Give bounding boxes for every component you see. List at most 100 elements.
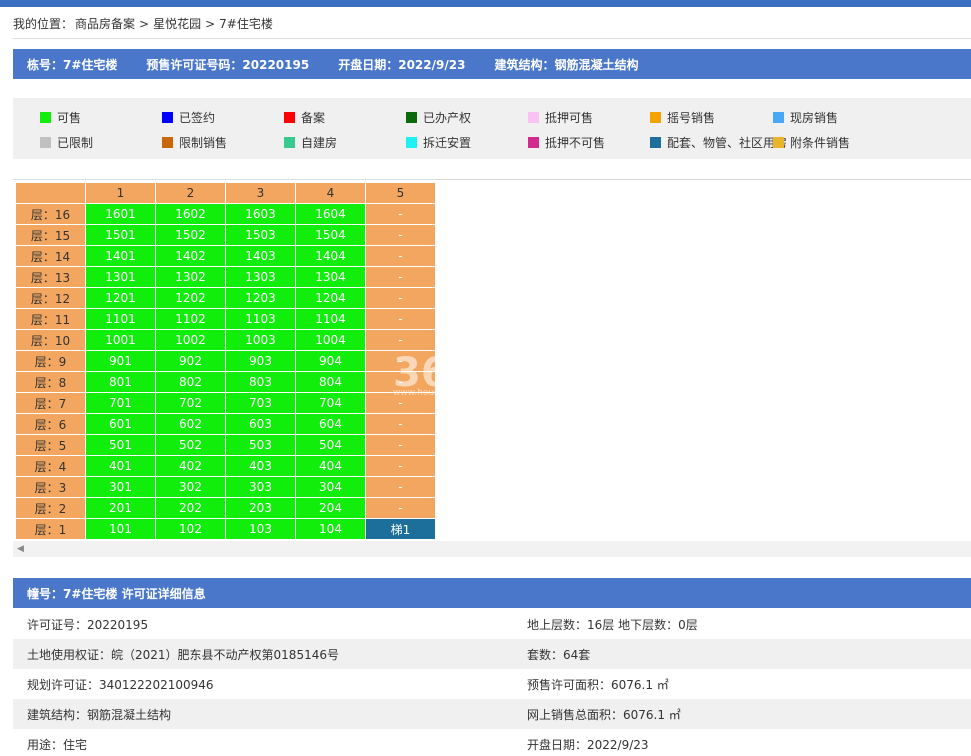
unit-cell[interactable]: 1203 xyxy=(225,287,296,309)
detail-left-value: 用途：住宅 xyxy=(27,737,88,752)
grid-column-header: 2 xyxy=(155,182,226,204)
unit-cell[interactable]: 204 xyxy=(295,497,366,519)
unit-cell[interactable]: 702 xyxy=(155,392,226,414)
unit-cell[interactable]: 604 xyxy=(295,413,366,435)
legend-swatch xyxy=(650,112,661,123)
unit-cell[interactable]: 1503 xyxy=(225,224,296,246)
scroll-left-icon[interactable]: ◀ xyxy=(17,544,24,554)
unit-cell[interactable]: 301 xyxy=(85,476,156,498)
unit-cell[interactable]: 302 xyxy=(155,476,226,498)
unit-cell[interactable]: 1004 xyxy=(295,329,366,351)
unit-cell[interactable]: 1601 xyxy=(85,203,156,225)
unit-cell[interactable]: 804 xyxy=(295,371,366,393)
unit-cell[interactable]: 102 xyxy=(155,518,226,540)
floor-label: 层：12 xyxy=(15,287,86,309)
grid-column-header: 5 xyxy=(365,182,436,204)
unit-cell[interactable]: 1301 xyxy=(85,266,156,288)
unit-cell[interactable]: 1001 xyxy=(85,329,156,351)
unit-cell[interactable]: 303 xyxy=(225,476,296,498)
unit-cell[interactable]: 403 xyxy=(225,455,296,477)
legend-item: 备案 xyxy=(284,109,325,126)
permit-detail-row: 建筑结构：钢筋混凝土结构 网上销售总面积：6076.1 ㎡ xyxy=(13,699,971,729)
unit-cell[interactable]: 503 xyxy=(225,434,296,456)
unit-cell[interactable]: 603 xyxy=(225,413,296,435)
unit-cell[interactable]: 201 xyxy=(85,497,156,519)
legend-item: 限制销售 xyxy=(162,134,227,151)
grid-floor-row: 层：11 1101 1102 1103 1104- xyxy=(15,308,436,330)
unit-cell[interactable]: 404 xyxy=(295,455,366,477)
floor-label: 层：16 xyxy=(15,203,86,225)
detail-left-value: 规划许可证：340122202100946 xyxy=(27,677,214,692)
unit-cell[interactable]: 1304 xyxy=(295,266,366,288)
legend-swatch xyxy=(40,112,51,123)
unit-cell[interactable]: 802 xyxy=(155,371,226,393)
unit-cell[interactable]: 1204 xyxy=(295,287,366,309)
breadcrumb-link-filing[interactable]: 商品房备案 xyxy=(75,17,135,31)
grid-floor-row: 层：10 1001 1002 1003 1004- xyxy=(15,329,436,351)
unit-cell[interactable]: 701 xyxy=(85,392,156,414)
unit-cell[interactable]: 101 xyxy=(85,518,156,540)
floor-label: 层：14 xyxy=(15,245,86,267)
legend-item: 抵押可售 xyxy=(528,109,593,126)
unit-cell[interactable]: 1604 xyxy=(295,203,366,225)
facility-unit-cell[interactable]: 梯1 xyxy=(365,518,436,540)
unit-cell[interactable]: 501 xyxy=(85,434,156,456)
unit-cell[interactable]: 1104 xyxy=(295,308,366,330)
unit-cell[interactable]: 401 xyxy=(85,455,156,477)
unit-cell[interactable]: 1202 xyxy=(155,287,226,309)
unit-cell[interactable]: 104 xyxy=(295,518,366,540)
unit-cell[interactable]: 202 xyxy=(155,497,226,519)
unit-cell[interactable]: 1101 xyxy=(85,308,156,330)
unit-cell[interactable]: 903 xyxy=(225,350,296,372)
horizontal-scrollbar[interactable]: ◀ xyxy=(13,541,971,557)
unit-cell[interactable]: 1302 xyxy=(155,266,226,288)
permit-detail-row: 许可证号：20220195 地上层数：16层 地下层数：0层 xyxy=(13,609,971,639)
unit-cell[interactable]: 1303 xyxy=(225,266,296,288)
legend-label: 抵押不可售 xyxy=(545,136,606,150)
unit-cell[interactable]: 504 xyxy=(295,434,366,456)
legend-item: 拆迁安置 xyxy=(406,134,471,151)
unit-cell[interactable]: 703 xyxy=(225,392,296,414)
unit-cell[interactable]: 601 xyxy=(85,413,156,435)
legend-swatch xyxy=(406,137,417,148)
floor-label: 层：8 xyxy=(15,371,86,393)
unit-cell[interactable]: 801 xyxy=(85,371,156,393)
unit-cell[interactable]: 1502 xyxy=(155,224,226,246)
breadcrumb-link-project[interactable]: 星悦花园 xyxy=(153,17,201,31)
status-legend: 可售 已签约 备案 已办产权 抵押可售 摇号销售 现房销售 已限制 限制销售 自建房 拆迁安置 抵押不… xyxy=(13,98,971,159)
unit-cell[interactable]: 904 xyxy=(295,350,366,372)
unit-cell[interactable]: 1201 xyxy=(85,287,156,309)
grid-floor-row: 层：16 1601 1602 1603 1604- xyxy=(15,203,436,225)
legend-swatch xyxy=(40,137,51,148)
unit-cell[interactable]: 1602 xyxy=(155,203,226,225)
permit-detail-row: 规划许可证：340122202100946 预售许可面积：6076.1 ㎡ xyxy=(13,669,971,699)
unit-cell[interactable]: 1401 xyxy=(85,245,156,267)
unit-cell[interactable]: 602 xyxy=(155,413,226,435)
unit-cell[interactable]: 1403 xyxy=(225,245,296,267)
unit-cell[interactable]: 1501 xyxy=(85,224,156,246)
unit-cell[interactable]: 704 xyxy=(295,392,366,414)
unit-cell[interactable]: 1603 xyxy=(225,203,296,225)
detail-right-value: 开盘日期：2022/9/23 xyxy=(527,737,649,752)
unit-cell[interactable]: 803 xyxy=(225,371,296,393)
unit-cell[interactable]: 1504 xyxy=(295,224,366,246)
unit-cell[interactable]: 203 xyxy=(225,497,296,519)
legend-swatch xyxy=(773,137,784,148)
unit-cell[interactable]: 1402 xyxy=(155,245,226,267)
legend-item: 附条件销售 xyxy=(773,134,850,151)
unit-cell[interactable]: 1103 xyxy=(225,308,296,330)
unit-cell[interactable]: 402 xyxy=(155,455,226,477)
unit-cell[interactable]: 304 xyxy=(295,476,366,498)
floor-label: 层：11 xyxy=(15,308,86,330)
unit-cell[interactable]: 902 xyxy=(155,350,226,372)
empty-unit-cell: - xyxy=(365,203,436,225)
unit-cell[interactable]: 1003 xyxy=(225,329,296,351)
unit-cell[interactable]: 1404 xyxy=(295,245,366,267)
grid-floor-row: 层：7 701 702 703 704- xyxy=(15,392,436,414)
unit-cell[interactable]: 103 xyxy=(225,518,296,540)
unit-cell[interactable]: 1102 xyxy=(155,308,226,330)
unit-cell[interactable]: 901 xyxy=(85,350,156,372)
unit-cell[interactable]: 502 xyxy=(155,434,226,456)
unit-cell[interactable]: 1002 xyxy=(155,329,226,351)
legend-swatch xyxy=(650,137,661,148)
